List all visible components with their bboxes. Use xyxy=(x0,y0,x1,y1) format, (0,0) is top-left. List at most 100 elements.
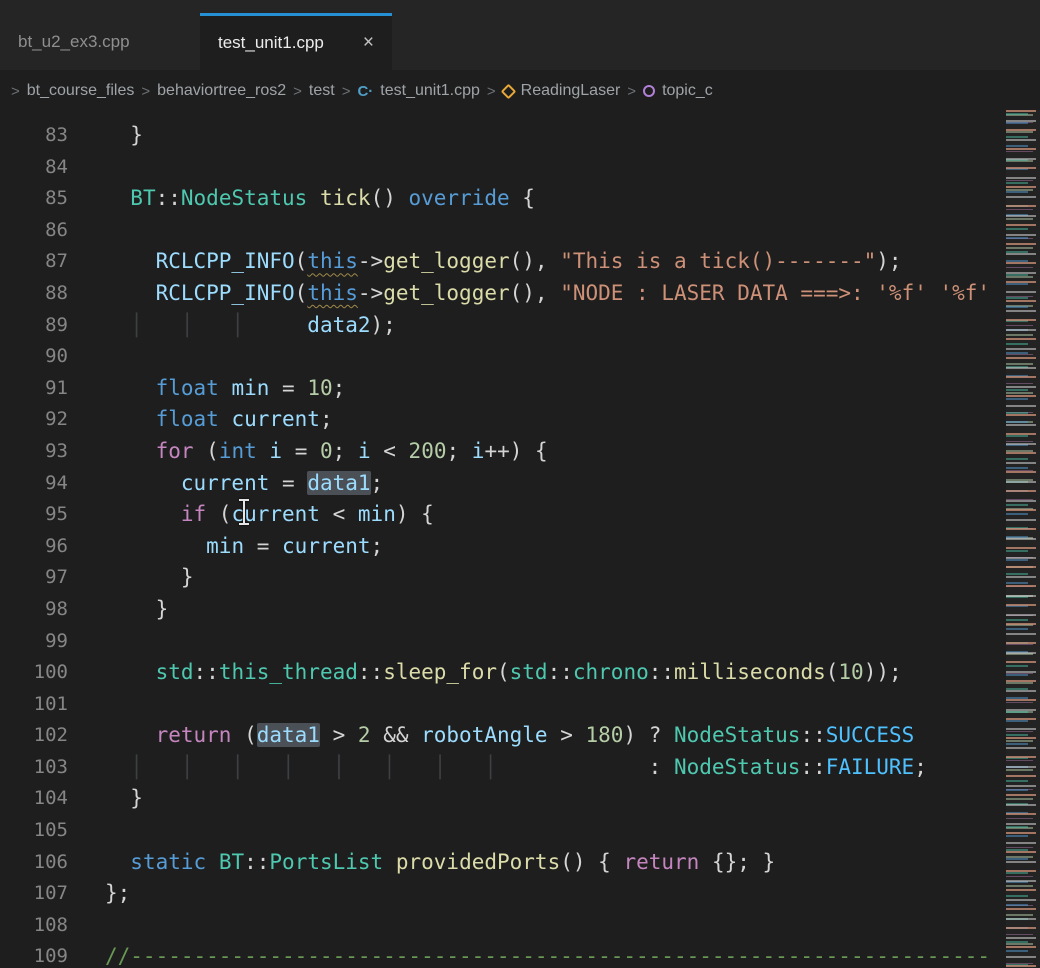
token xyxy=(105,439,156,463)
code-text: BT::NodeStatus tick() override { xyxy=(105,183,535,215)
breadcrumb-item-test_unit1.cpp[interactable]: test_unit1.cpp xyxy=(357,82,479,100)
breadcrumb-item-bt_course_files[interactable]: bt_course_files xyxy=(27,82,135,100)
token: ( xyxy=(497,660,510,684)
token xyxy=(105,376,156,400)
line-number[interactable]: 85 xyxy=(0,183,68,215)
code-text: //--------------------------------------… xyxy=(105,941,990,968)
code-line[interactable]: 96 min = current; xyxy=(0,531,1040,563)
code-line[interactable]: 85 BT::NodeStatus tick() override { xyxy=(0,183,1040,215)
token: } xyxy=(105,597,168,621)
line-number[interactable]: 96 xyxy=(0,531,68,563)
token xyxy=(105,534,206,558)
line-number[interactable]: 88 xyxy=(0,278,68,310)
token: } xyxy=(105,786,143,810)
line-number[interactable]: 109 xyxy=(0,941,68,968)
code-line[interactable]: 98 } xyxy=(0,594,1040,626)
method-symbol-icon xyxy=(643,85,655,97)
code-line[interactable]: 94 current = data1; xyxy=(0,468,1040,500)
code-line[interactable]: 88 RCLCPP_INFO(this->get_logger(), "NODE… xyxy=(0,278,1040,310)
line-number[interactable]: 84 xyxy=(0,152,68,184)
token: i xyxy=(269,439,282,463)
code-line[interactable]: 91 float min = 10; xyxy=(0,373,1040,405)
line-number[interactable]: 100 xyxy=(0,657,68,689)
line-number[interactable]: 91 xyxy=(0,373,68,405)
token: -> xyxy=(358,281,383,305)
code-line[interactable]: 105 xyxy=(0,815,1040,847)
token: static xyxy=(130,850,206,874)
code-line[interactable]: 86 xyxy=(0,215,1040,247)
code-editor[interactable]: 83 }8485 BT::NodeStatus tick() override … xyxy=(0,112,1040,968)
code-line[interactable]: 90 xyxy=(0,341,1040,373)
line-number[interactable]: 93 xyxy=(0,436,68,468)
token: :: xyxy=(800,723,825,747)
token xyxy=(206,850,219,874)
token: :: xyxy=(358,660,383,684)
token: this xyxy=(307,281,358,305)
line-number[interactable]: 92 xyxy=(0,404,68,436)
line-number[interactable]: 103 xyxy=(0,752,68,784)
breadcrumb-item-topic_c[interactable]: topic_c xyxy=(643,82,713,100)
line-number[interactable]: 99 xyxy=(0,626,68,658)
code-line[interactable]: 89 │ │ │ data2); xyxy=(0,310,1040,342)
breadcrumb-item-behaviortree_ros2[interactable]: behaviortree_ros2 xyxy=(157,82,286,100)
code-line[interactable]: 95 if (current < min) { xyxy=(0,499,1040,531)
code-line[interactable]: 84 xyxy=(0,152,1040,184)
line-number[interactable]: 89 xyxy=(0,310,68,342)
code-line[interactable]: 93 for (int i = 0; i < 200; i++) { xyxy=(0,436,1040,468)
token: this_thread xyxy=(219,660,358,684)
token: :: xyxy=(244,850,269,874)
code-line[interactable]: 99 xyxy=(0,626,1040,658)
line-number[interactable]: 86 xyxy=(0,215,68,247)
code-line[interactable]: 87 RCLCPP_INFO(this->get_logger(), "This… xyxy=(0,246,1040,278)
token: std xyxy=(510,660,548,684)
token: │ │ │ │ │ │ │ │ xyxy=(105,755,649,779)
code-text: for (int i = 0; i < 200; i++) { xyxy=(105,436,548,468)
token: ); xyxy=(371,313,396,337)
line-number[interactable]: 83 xyxy=(0,120,68,152)
line-number[interactable]: 101 xyxy=(0,689,68,721)
close-tab-icon[interactable]: × xyxy=(349,32,374,54)
code-line[interactable]: 97 } xyxy=(0,562,1040,594)
line-number[interactable]: 104 xyxy=(0,783,68,815)
code-text: } xyxy=(105,562,194,594)
code-line[interactable]: 100 std::this_thread::sleep_for(std::chr… xyxy=(0,657,1040,689)
code-line[interactable]: 83 } xyxy=(0,120,1040,152)
minimap[interactable] xyxy=(1006,110,1040,968)
token: NodeStatus xyxy=(674,723,800,747)
token: ; xyxy=(333,376,346,400)
line-number[interactable]: 95 xyxy=(0,499,68,531)
line-number[interactable]: 107 xyxy=(0,878,68,910)
breadcrumb-label: topic_c xyxy=(662,82,713,100)
code-line[interactable]: 104 } xyxy=(0,783,1040,815)
code-line[interactable]: 103 │ │ │ │ │ │ │ │ : NodeStatus::FAILUR… xyxy=(0,752,1040,784)
line-number[interactable]: 106 xyxy=(0,847,68,879)
breadcrumb-item-ReadingLaser[interactable]: ReadingLaser xyxy=(503,82,621,100)
line-number[interactable]: 105 xyxy=(0,815,68,847)
token: ( xyxy=(194,439,219,463)
class-symbol-icon xyxy=(500,83,516,99)
code-line[interactable]: 107}; xyxy=(0,878,1040,910)
line-number[interactable]: 108 xyxy=(0,910,68,942)
code-line[interactable]: 92 float current; xyxy=(0,404,1040,436)
token: float xyxy=(156,407,219,431)
breadcrumb-item-test[interactable]: test xyxy=(309,82,335,100)
line-number[interactable]: 87 xyxy=(0,246,68,278)
token: = xyxy=(269,376,307,400)
tab-bt_u2_ex3[interactable]: bt_u2_ex3.cpp xyxy=(0,13,200,70)
code-line[interactable]: 109 //-----------------------------------… xyxy=(0,941,1040,968)
token: -> xyxy=(358,249,383,273)
tab-test_unit1[interactable]: test_unit1.cpp × xyxy=(200,13,392,70)
code-line[interactable]: 101 xyxy=(0,689,1040,721)
token: current xyxy=(282,534,371,558)
line-number[interactable]: 90 xyxy=(0,341,68,373)
line-number[interactable]: 97 xyxy=(0,562,68,594)
token: ; xyxy=(371,534,384,558)
line-number[interactable]: 94 xyxy=(0,468,68,500)
token: { xyxy=(510,186,535,210)
code-line[interactable]: 106 static BT::PortsList providedPorts()… xyxy=(0,847,1040,879)
code-line[interactable]: 102 return (data1 > 2 && robotAngle > 18… xyxy=(0,720,1040,752)
code-line[interactable]: 108 xyxy=(0,910,1040,942)
code-text: } xyxy=(105,594,168,626)
line-number[interactable]: 98 xyxy=(0,594,68,626)
line-number[interactable]: 102 xyxy=(0,720,68,752)
